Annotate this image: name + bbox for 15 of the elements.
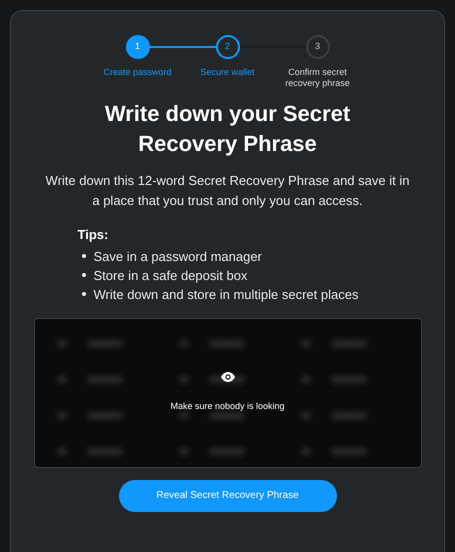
eye-icon	[220, 372, 234, 382]
step-label: Confirm secret recovery phrase	[284, 67, 351, 89]
description: Write down this 12-word Secret Recovery Phrase and save it in a place that you trust and only you can access.	[44, 172, 410, 210]
bullet-icon	[82, 254, 86, 258]
step-label: Create password	[103, 67, 172, 78]
tip-item: Write down and store in multiple secret places	[94, 286, 358, 304]
bullet-icon	[82, 273, 86, 277]
bullet-icon	[82, 292, 86, 296]
tip-item: Save in a password manager	[94, 248, 262, 266]
step-label: Secure wallet	[200, 67, 255, 78]
reveal-phrase-button[interactable]: Reveal Secret Recovery Phrase	[118, 480, 336, 512]
tips-heading: Tips:	[78, 226, 110, 244]
privacy-message: Make sure nobody is looking	[170, 400, 285, 413]
tip-item: Store in a safe deposit box	[94, 266, 248, 284]
page-title: Write down your Secret Recovery Phrase	[104, 100, 352, 158]
